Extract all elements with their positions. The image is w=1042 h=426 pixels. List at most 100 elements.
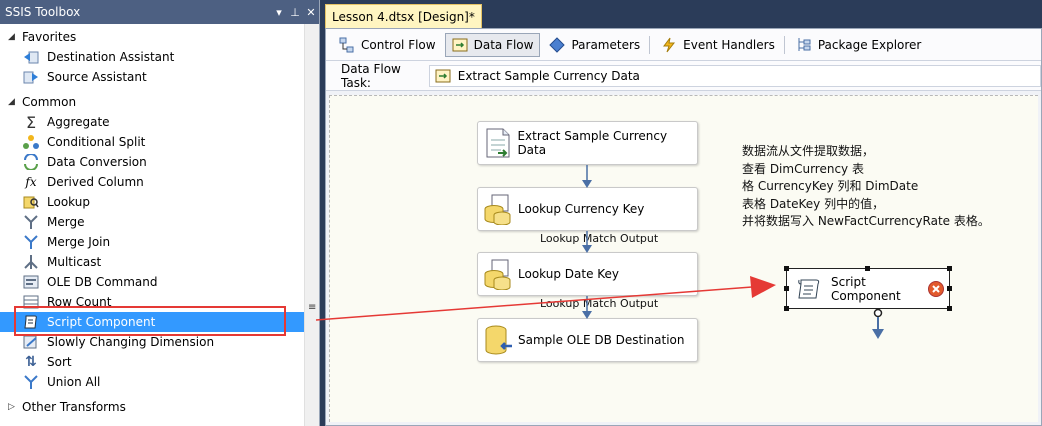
merge-icon [22, 214, 40, 230]
sort-icon: ⇅ [25, 354, 37, 370]
item-label: Derived Column [47, 175, 144, 189]
conditional-split-icon [22, 134, 40, 150]
expand-triangle-icon: ▷ [8, 402, 15, 412]
document-tab-title: Lesson 4.dtsx [Design]* [332, 9, 475, 24]
toolbox-item-ole-db-command[interactable]: OLE DB Command [0, 272, 305, 292]
tab-package-explorer[interactable]: Package Explorer [789, 33, 929, 57]
tab-label: Data Flow [473, 37, 534, 52]
toolbox-item-destination-assistant[interactable]: Destination Assistant [0, 47, 305, 67]
highlight-box [14, 306, 286, 336]
item-label: Union All [47, 375, 101, 389]
data-flow-task-row: Data Flow Task: Extract Sample Currency … [326, 61, 1041, 91]
selection-handle[interactable] [784, 286, 789, 291]
component-lookup-currency-key[interactable]: Lookup Currency Key [477, 187, 698, 231]
component-sample-ole-db-destination[interactable]: Sample OLE DB Destination [477, 318, 698, 362]
item-label: Sort [47, 355, 72, 369]
component-script-component[interactable]: Script Component [786, 268, 950, 309]
flat-file-source-icon [478, 127, 517, 159]
toolbox-item-lookup[interactable]: Lookup [0, 192, 305, 212]
collapse-triangle-icon: ◢ [8, 97, 15, 107]
item-label: Conditional Split [47, 135, 146, 149]
tab-label: Control Flow [361, 37, 436, 52]
toolbox-list: ◢ Favorites Destination Assistant Source… [0, 24, 305, 426]
group-header-favorites[interactable]: ◢ Favorites [0, 27, 305, 47]
destination-assistant-icon [22, 49, 40, 65]
aggregate-icon: Σ [25, 112, 37, 132]
tab-label: Parameters [571, 37, 641, 52]
item-label: Merge Join [47, 235, 111, 249]
collapse-triangle-icon: ◢ [8, 32, 15, 42]
toolbox-item-derived-column[interactable]: fx Derived Column [0, 172, 305, 192]
component-extract-sample-currency-data[interactable]: Extract Sample Currency Data [477, 121, 698, 165]
tab-data-flow[interactable]: Data Flow [444, 32, 541, 57]
selection-handle[interactable] [947, 266, 952, 271]
component-label: Extract Sample Currency Data [517, 129, 668, 157]
toolbox-splitter[interactable]: ≡ [304, 24, 319, 426]
toolbox-item-multicast[interactable]: Multicast [0, 252, 305, 272]
toolbox-item-merge[interactable]: Merge [0, 212, 305, 232]
ole-db-command-icon [22, 274, 40, 290]
data-flow-task-icon [435, 69, 451, 83]
close-icon[interactable]: ✕ [303, 6, 319, 19]
item-label: Destination Assistant [47, 50, 175, 64]
toolbox-item-union-all[interactable]: Union All [0, 372, 305, 392]
script-component-icon [787, 277, 831, 301]
component-label: Lookup Currency Key [518, 202, 645, 216]
splitter-grip-icon: ≡ [308, 302, 317, 313]
component-lookup-date-key[interactable]: Lookup Date Key [477, 252, 698, 296]
error-icon [923, 280, 949, 297]
lookup-db-icon [478, 193, 518, 225]
data-flow-task-label: Data Flow Task: [341, 61, 401, 90]
item-label: Data Conversion [47, 155, 147, 169]
selection-handle[interactable] [865, 266, 870, 271]
tab-separator [649, 35, 651, 54]
tab-parameters[interactable]: Parameters [542, 33, 647, 57]
toolbox-item-conditional-split[interactable]: Conditional Split [0, 132, 305, 152]
item-label: OLE DB Command [47, 275, 158, 289]
toolbox-item-aggregate[interactable]: Σ Aggregate [0, 112, 305, 132]
window-position-icon[interactable]: ▾ [271, 6, 287, 19]
toolbox-title-bar[interactable]: SSIS Toolbox ▾ ⊥ ✕ [0, 0, 319, 24]
item-label: Aggregate [47, 115, 110, 129]
toolbox-item-data-conversion[interactable]: Data Conversion [0, 152, 305, 172]
selection-handle[interactable] [784, 266, 789, 271]
document-tab-strip: Lesson 4.dtsx [Design]* [325, 0, 1042, 28]
document-tab[interactable]: Lesson 4.dtsx [Design]* [325, 4, 482, 28]
group-label: Favorites [22, 30, 77, 44]
data-flow-task-value: Extract Sample Currency Data [457, 68, 640, 83]
group-header-common[interactable]: ◢ Common [0, 92, 305, 112]
tab-event-handlers[interactable]: Event Handlers [654, 33, 782, 57]
ssis-toolbox-panel: SSIS Toolbox ▾ ⊥ ✕ ◢ Favorites Destinati… [0, 0, 320, 426]
toolbox-item-merge-join[interactable]: Merge Join [0, 232, 305, 252]
designer-tab-bar: Control Flow Data Flow Parameters Event [326, 29, 1041, 61]
tab-control-flow[interactable]: Control Flow [332, 33, 443, 57]
annotation-note[interactable]: 数据流从文件提取数据， 查看 DimCurrency 表 格 CurrencyK… [742, 143, 990, 231]
selection-handle[interactable] [784, 306, 789, 311]
component-label: Lookup Date Key [518, 267, 620, 281]
selection-handle[interactable] [947, 286, 952, 291]
data-flow-task-select[interactable]: Extract Sample Currency Data [428, 64, 1041, 87]
data-flow-icon [452, 37, 468, 53]
item-label: Source Assistant [47, 70, 147, 84]
path-label-lookup-match-output: Lookup Match Output [540, 297, 659, 310]
selection-handle[interactable] [947, 306, 952, 311]
lookup-icon [22, 194, 40, 210]
data-conversion-icon [22, 154, 40, 170]
ole-db-destination-icon [478, 324, 518, 356]
item-label: Multicast [47, 255, 102, 269]
toolbox-item-source-assistant[interactable]: Source Assistant [0, 67, 305, 87]
toolbox-item-sort[interactable]: ⇅ Sort [0, 352, 305, 372]
component-label: Sample OLE DB Destination [518, 333, 685, 347]
group-label: Common [22, 95, 77, 109]
merge-join-icon [22, 234, 40, 250]
tab-separator [783, 35, 785, 54]
group-header-other-transforms[interactable]: ▷ Other Transforms [0, 397, 305, 417]
package-explorer-icon [796, 37, 812, 53]
tab-label: Event Handlers [683, 37, 775, 52]
union-all-icon [22, 374, 40, 390]
tab-label: Package Explorer [817, 37, 922, 52]
toolbox-title: SSIS Toolbox [5, 5, 81, 19]
pin-icon[interactable]: ⊥ [287, 6, 303, 19]
item-label: Merge [47, 215, 85, 229]
item-label: Lookup [47, 195, 90, 209]
